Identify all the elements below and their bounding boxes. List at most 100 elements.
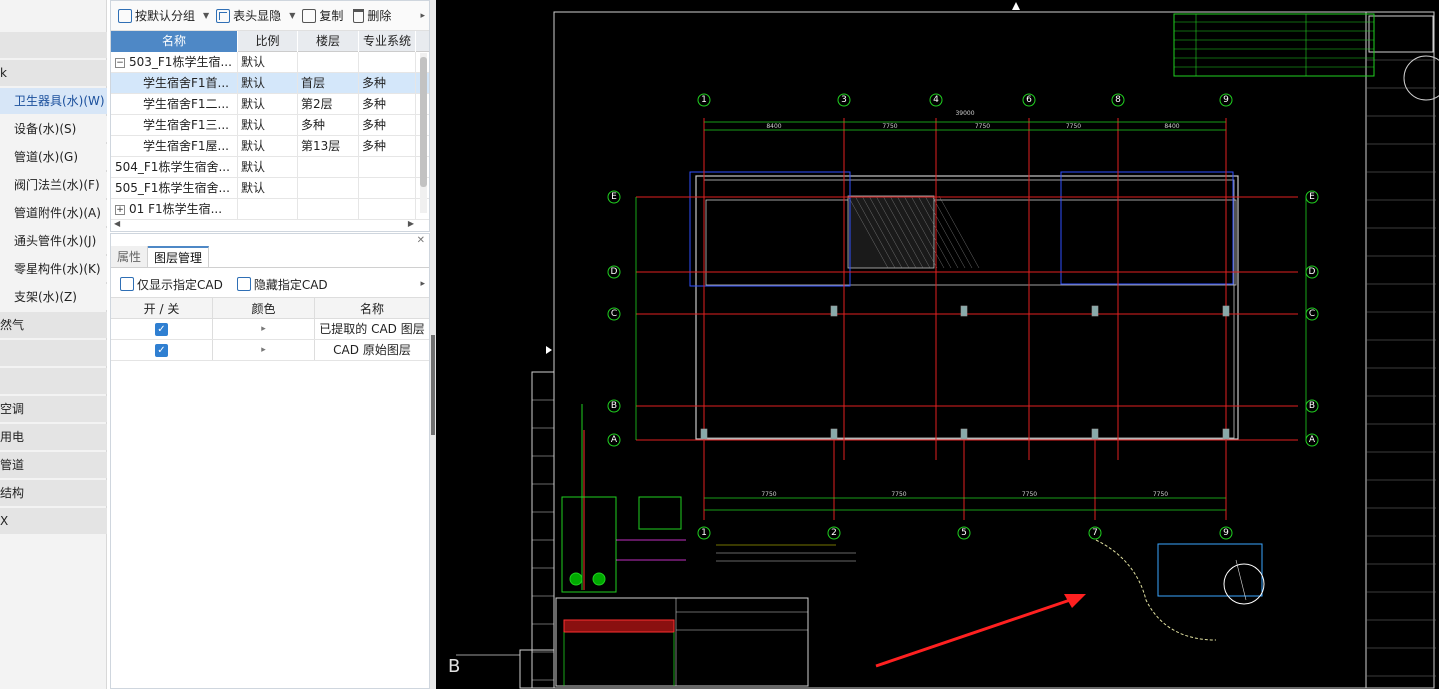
scroll-left-icon[interactable]: ◀ bbox=[114, 219, 120, 228]
checkbox[interactable]: ✓ bbox=[155, 323, 168, 336]
category-item[interactable]: 零星构件(水)(K) bbox=[0, 256, 107, 282]
show-only-cad-button[interactable]: 仅显示指定CAD bbox=[117, 273, 226, 295]
delete-button[interactable]: 删除 bbox=[350, 5, 394, 27]
water-tank bbox=[1157, 543, 1263, 597]
close-icon[interactable]: ✕ bbox=[417, 235, 425, 246]
blue-zone bbox=[689, 171, 851, 287]
axis-label: C bbox=[611, 309, 617, 319]
checkbox[interactable]: ✓ bbox=[155, 344, 168, 357]
category-item[interactable]: 管道 bbox=[0, 452, 107, 478]
cad-viewport[interactable]: 1 3 4 6 8 9 1 2 5 7 9 E E D D C C B B A A 8400 7750 7750 7750 840… bbox=[436, 0, 1439, 689]
cell-name-text: 学生宿舍F1二... bbox=[143, 97, 229, 111]
dimension-text: 7750 bbox=[761, 491, 776, 498]
table-row[interactable]: 学生宿舍F1屋... 默认 第13层 多种 bbox=[111, 136, 429, 157]
hatch-block bbox=[563, 619, 675, 633]
hide-cad-button[interactable]: 隐藏指定CAD bbox=[234, 273, 331, 295]
header-dropdown-icon[interactable]: ▼ bbox=[289, 11, 295, 20]
table-icon bbox=[216, 8, 231, 23]
col-floor[interactable]: 楼层 bbox=[298, 31, 359, 52]
table-row[interactable]: 学生宿舍F1二... 默认 第2层 多种 bbox=[111, 94, 429, 115]
layer-toggle-cell: ✓ bbox=[111, 319, 213, 339]
cell-name: −503_F1栋学生宿... bbox=[111, 52, 238, 72]
column bbox=[1091, 305, 1099, 317]
category-item[interactable]: X bbox=[0, 508, 107, 534]
sheet-letter: B bbox=[448, 656, 460, 677]
table-row[interactable]: 505_F1栋学生宿舍... 默认 bbox=[111, 178, 429, 199]
layer-color-cell[interactable]: ▸ bbox=[213, 319, 315, 339]
category-item[interactable]: 阀门法兰(水)(F) bbox=[0, 172, 107, 198]
table-row[interactable]: +01 F1栋学生宿... bbox=[111, 199, 429, 220]
cell-ratio: 默认 bbox=[238, 52, 298, 72]
layer-row[interactable]: ✓ ▸ CAD 原始图层 bbox=[111, 340, 429, 361]
axis-label: D bbox=[611, 267, 618, 277]
dimension-text: 8400 bbox=[766, 123, 781, 130]
category-item[interactable]: 管道附件(水)(A) bbox=[0, 200, 107, 226]
cell-floor bbox=[298, 157, 359, 177]
axis-label: 9 bbox=[1223, 528, 1229, 538]
category-item[interactable]: 然气 bbox=[0, 312, 107, 338]
axis-label: A bbox=[611, 435, 618, 445]
axis-label: 1 bbox=[701, 528, 707, 538]
category-item[interactable] bbox=[0, 368, 107, 394]
tab-layer-management[interactable]: 图层管理 bbox=[148, 246, 210, 267]
copy-icon bbox=[302, 8, 317, 23]
col-system[interactable]: 专业系统 bbox=[359, 31, 416, 52]
cell-ratio bbox=[238, 199, 298, 219]
more-icon[interactable]: ▸ bbox=[420, 279, 429, 289]
category-item[interactable]: 设备(水)(S) bbox=[0, 116, 107, 142]
group-by-button[interactable]: 按默认分组 bbox=[115, 5, 198, 27]
splitter-handle[interactable] bbox=[431, 335, 435, 435]
table-row[interactable]: −503_F1栋学生宿... 默认 bbox=[111, 52, 429, 73]
scroll-right-icon[interactable]: ▶ bbox=[408, 219, 414, 228]
more-icon[interactable]: ▸ bbox=[420, 11, 429, 21]
expand-icon[interactable]: + bbox=[115, 204, 125, 215]
copy-button[interactable]: 复制 bbox=[299, 5, 346, 27]
group-dropdown-icon[interactable]: ▼ bbox=[203, 11, 209, 20]
cell-system: 多种 bbox=[359, 115, 416, 135]
category-item[interactable]: 用电 bbox=[0, 424, 107, 450]
column bbox=[700, 428, 708, 440]
column bbox=[1222, 305, 1230, 317]
collapse-icon[interactable]: − bbox=[115, 57, 125, 68]
col-ratio[interactable]: 比例 bbox=[238, 31, 298, 52]
cell-ratio: 默认 bbox=[238, 115, 298, 135]
dimension-text: 7750 bbox=[1022, 491, 1037, 498]
category-item[interactable] bbox=[0, 340, 107, 366]
expand-arrow-icon[interactable]: ▸ bbox=[261, 324, 266, 334]
col-name[interactable]: 名称 bbox=[111, 31, 238, 52]
table-row[interactable]: 504_F1栋学生宿舍... 默认 bbox=[111, 157, 429, 178]
pump-icon bbox=[569, 572, 583, 586]
expand-arrow-icon[interactable]: ▸ bbox=[261, 345, 266, 355]
vertical-scrollbar[interactable] bbox=[420, 53, 427, 213]
header-toggle-button[interactable]: 表头显隐 bbox=[213, 5, 284, 27]
tank-circle bbox=[1223, 563, 1265, 605]
table-row[interactable]: 学生宿舍F1三... 默认 多种 多种 bbox=[111, 115, 429, 136]
category-item[interactable]: 支架(水)(Z) bbox=[0, 284, 107, 310]
cell-system bbox=[359, 199, 416, 219]
category-item[interactable]: 通头管件(水)(J) bbox=[0, 228, 107, 254]
layer-row[interactable]: ✓ ▸ 已提取的 CAD 图层 bbox=[111, 319, 429, 340]
category-item[interactable]: 结构 bbox=[0, 480, 107, 506]
axis-label: E bbox=[611, 192, 617, 202]
cell-name-text: 学生宿舍F1屋... bbox=[143, 139, 229, 153]
dimension-text: 7750 bbox=[1066, 123, 1081, 130]
category-item[interactable] bbox=[0, 32, 107, 58]
category-item[interactable]: 空调 bbox=[0, 396, 107, 422]
dimension-text: 7750 bbox=[975, 123, 990, 130]
column bbox=[1222, 428, 1230, 440]
horizontal-scrollbar[interactable]: ◀ ▶ bbox=[114, 219, 414, 229]
tab-properties[interactable]: 属性 bbox=[111, 246, 149, 267]
table-row[interactable]: 学生宿舍F1首... 默认 首层 多种 bbox=[111, 73, 429, 94]
axis-label: 6 bbox=[1026, 95, 1032, 105]
cad-drawing: 1 3 4 6 8 9 1 2 5 7 9 E E D D C C B B A A 8400 7750 7750 7750 840… bbox=[448, 2, 1439, 689]
scroll-thumb[interactable] bbox=[420, 57, 427, 187]
cell-floor bbox=[298, 199, 359, 219]
axis-label: E bbox=[1309, 192, 1315, 202]
cell-name-text: 504_F1栋学生宿舍... bbox=[115, 160, 230, 174]
axis-label: 9 bbox=[1223, 95, 1229, 105]
category-item[interactable]: k bbox=[0, 60, 107, 86]
cell-system: 多种 bbox=[359, 94, 416, 114]
category-item[interactable]: 管道(水)(G) bbox=[0, 144, 107, 170]
layer-color-cell[interactable]: ▸ bbox=[213, 340, 315, 360]
category-item[interactable]: 卫生器具(水)(W) bbox=[0, 88, 107, 114]
